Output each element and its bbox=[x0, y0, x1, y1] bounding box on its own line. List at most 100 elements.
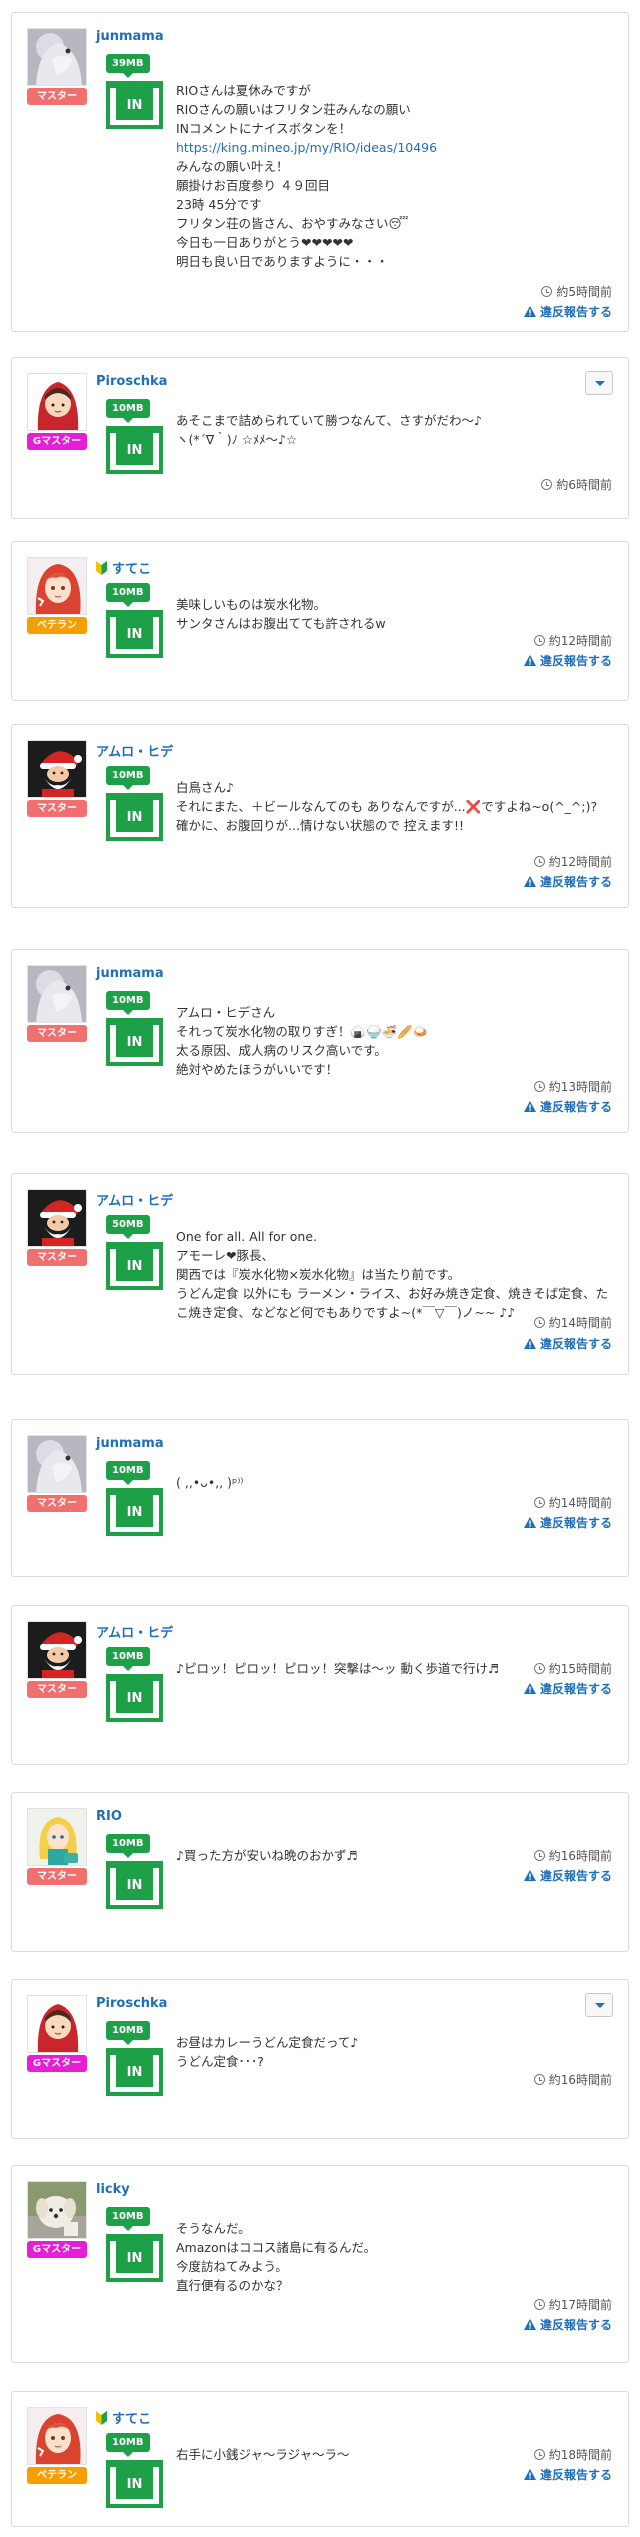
in-button[interactable]: IN bbox=[106, 793, 163, 841]
comment-body: One for all. All for one. アモーレ❤豚長、 関西では『炭水… bbox=[176, 1227, 616, 1322]
comment-line: RIOさんは夏休みですが bbox=[176, 83, 311, 98]
comment-body: ( ,,•ᴗ•,, )ᵖ⁾⁾ bbox=[176, 1473, 616, 1492]
chevron-down-icon[interactable] bbox=[585, 371, 613, 395]
comment-line: 今日も一日ありがとう❤❤❤❤❤ bbox=[176, 235, 354, 250]
report-link[interactable]: 違反報告する bbox=[523, 652, 612, 669]
in-button[interactable]: IN bbox=[106, 2048, 163, 2096]
comment-line: RIOさんの願いはフリタン荘みんなの願い bbox=[176, 102, 411, 117]
in-label: IN bbox=[116, 433, 153, 465]
comment-line: アムロ・ヒデさん bbox=[176, 1005, 276, 1020]
user-avatar[interactable] bbox=[27, 1995, 87, 2053]
report-link[interactable]: 違反報告する bbox=[523, 1514, 612, 1531]
warning-icon bbox=[523, 2469, 536, 2480]
report-link[interactable]: 違反報告する bbox=[523, 303, 612, 320]
comment-line: それにまた、＋ビールなんてのも ありなんですが...❌ですよね~o(^_^;)? bbox=[176, 799, 598, 814]
in-button[interactable]: IN bbox=[106, 1861, 163, 1909]
rank-badge: ベテラン bbox=[27, 2467, 87, 2484]
in-button[interactable]: IN bbox=[106, 426, 163, 474]
idea-link[interactable]: https://king.mineo.jp/my/RIO/ideas/10496 bbox=[176, 140, 437, 155]
mb-gift-badge: 10MB bbox=[106, 766, 150, 790]
user-avatar[interactable] bbox=[27, 1621, 87, 1679]
in-label: IN bbox=[116, 1868, 153, 1900]
username-link[interactable]: junmama bbox=[96, 966, 164, 981]
report-link[interactable]: 違反報告する bbox=[523, 2466, 612, 2483]
in-label: IN bbox=[116, 2467, 153, 2499]
comment-line: アモーレ❤豚長、 bbox=[176, 1248, 274, 1263]
username-link[interactable]: junmama bbox=[96, 29, 164, 44]
report-link-text: 違反報告する bbox=[539, 1337, 612, 1351]
username-link[interactable]: Piroschka bbox=[96, 1996, 167, 2011]
user-avatar[interactable] bbox=[27, 1189, 87, 1247]
user-avatar[interactable] bbox=[27, 1435, 87, 1493]
username-link[interactable]: RIO bbox=[96, 1809, 122, 1824]
report-link-text: 違反報告する bbox=[539, 2468, 612, 2482]
comment-line: Amazonはココス諸島に有るんだ。 bbox=[176, 2240, 377, 2255]
in-button[interactable]: IN bbox=[106, 1674, 163, 1722]
user-avatar[interactable] bbox=[27, 2407, 87, 2465]
report-link[interactable]: 違反報告する bbox=[523, 2316, 612, 2333]
posted-time: 約16時間前 bbox=[533, 2071, 612, 2088]
clock-icon bbox=[533, 1497, 545, 1508]
rank-badge: マスター bbox=[27, 88, 87, 105]
posted-time-text: 約18時間前 bbox=[548, 2448, 612, 2462]
user-avatar[interactable] bbox=[27, 965, 87, 1023]
report-link[interactable]: 違反報告する bbox=[523, 1867, 612, 1884]
user-avatar[interactable] bbox=[27, 557, 87, 615]
in-label: IN bbox=[116, 88, 153, 120]
in-button[interactable]: IN bbox=[106, 610, 163, 658]
clock-icon bbox=[533, 1081, 545, 1092]
warning-icon bbox=[523, 1870, 536, 1881]
comment-line: 明日も良い日でありますように・・・ bbox=[176, 254, 389, 269]
user-avatar[interactable] bbox=[27, 28, 87, 86]
posted-time-text: 約13時間前 bbox=[548, 1080, 612, 1094]
comment-body: 白鳥さん♪ それにまた、＋ビールなんてのも ありなんですが...❌ですよね~o(^… bbox=[176, 778, 616, 835]
posted-time: 約18時間前 bbox=[533, 2446, 612, 2463]
username-link[interactable]: Piroschka bbox=[96, 374, 167, 389]
username-link[interactable]: licky bbox=[96, 2182, 130, 2197]
user-avatar[interactable] bbox=[27, 2181, 87, 2239]
clock-icon bbox=[541, 479, 553, 490]
username-link[interactable]: junmama bbox=[96, 1436, 164, 1451]
username-link[interactable]: アムロ・ヒデ bbox=[96, 741, 173, 760]
report-link-text: 違反報告する bbox=[539, 1869, 612, 1883]
posted-time: 約13時間前 bbox=[533, 1078, 612, 1095]
rank-badge: ベテラン bbox=[27, 617, 87, 634]
in-button[interactable]: IN bbox=[106, 1242, 163, 1290]
report-link-text: 違反報告する bbox=[539, 875, 612, 889]
in-button[interactable]: IN bbox=[106, 2234, 163, 2282]
in-label: IN bbox=[116, 1025, 153, 1057]
in-button[interactable]: IN bbox=[106, 81, 163, 129]
username-text: すてこ bbox=[112, 2412, 152, 2427]
in-button[interactable]: IN bbox=[106, 1488, 163, 1536]
report-link[interactable]: 違反報告する bbox=[523, 1680, 612, 1697]
posted-time: 約16時間前 bbox=[533, 1847, 612, 1864]
clock-icon bbox=[533, 1663, 545, 1674]
report-link-text: 違反報告する bbox=[539, 1682, 612, 1696]
comment-line: 絶対やめたほうがいいです！ bbox=[176, 1062, 339, 1077]
username-link[interactable]: アムロ・ヒデ bbox=[96, 1622, 173, 1641]
in-button[interactable]: IN bbox=[106, 2460, 163, 2508]
mb-gift-badge: 10MB bbox=[106, 2021, 150, 2045]
in-label: IN bbox=[116, 1249, 153, 1281]
username-link[interactable]: すてこ bbox=[96, 2408, 151, 2427]
user-avatar[interactable] bbox=[27, 373, 87, 431]
warning-icon bbox=[523, 1683, 536, 1694]
comment-line: お昼はカレーうどん定食だって♪ bbox=[176, 2035, 359, 2050]
username-link[interactable]: アムロ・ヒデ bbox=[96, 1190, 173, 1209]
comment-card: ベテラン すてこ 10MB IN 美味しいものは炭水化物。 サンタさんはお腹出てても許され… bbox=[11, 541, 629, 701]
comment-body: RIOさんは夏休みですが RIOさんの願いはフリタン荘みんなの願い INコメントにナ… bbox=[176, 81, 616, 271]
chevron-down-icon[interactable] bbox=[585, 1993, 613, 2017]
clock-icon bbox=[533, 1317, 545, 1328]
comment-card: ベテラン すてこ 10MB IN 右手に小銭ジャ〜ラジャ〜ラ〜 約18時間前 違反報告する bbox=[11, 2391, 629, 2527]
rank-badge: マスター bbox=[27, 1868, 87, 1885]
comment-line: 白鳥さん♪ bbox=[176, 780, 234, 795]
username-link[interactable]: すてこ bbox=[96, 558, 151, 577]
comment-line: みんなの願い叶え！ bbox=[176, 159, 289, 174]
user-avatar[interactable] bbox=[27, 740, 87, 798]
comment-body: あそこまで詰められていて勝つなんて、さすがだわ〜♪ ヽ(*´∇｀)ﾉ ☆ﾒﾒ〜♪☆ bbox=[176, 411, 616, 449]
in-button[interactable]: IN bbox=[106, 1018, 163, 1066]
report-link[interactable]: 違反報告する bbox=[523, 873, 612, 890]
user-avatar[interactable] bbox=[27, 1808, 87, 1866]
report-link[interactable]: 違反報告する bbox=[523, 1098, 612, 1115]
report-link[interactable]: 違反報告する bbox=[523, 1335, 612, 1352]
